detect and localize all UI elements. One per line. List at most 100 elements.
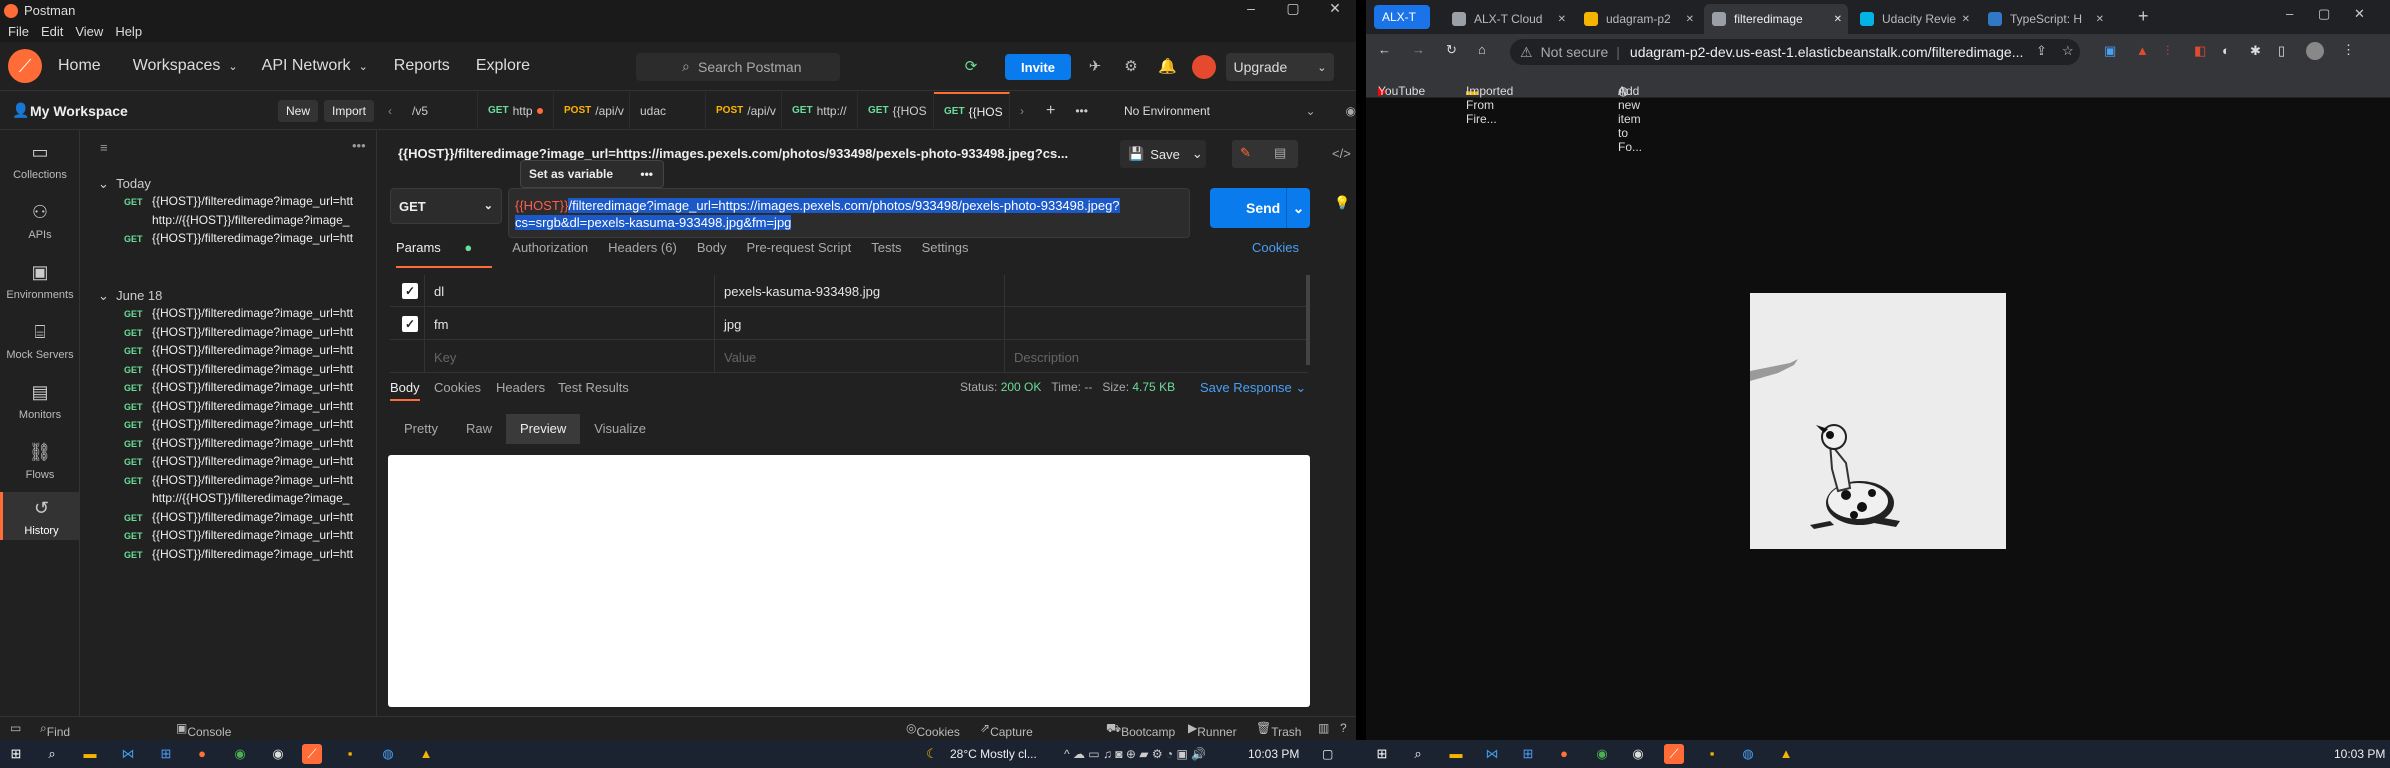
tab-response-headers[interactable]: Headers (496, 380, 545, 395)
windows-start-icon[interactable]: ⊞ (6, 744, 26, 764)
address-bar[interactable]: ⚠ Not secure | udagram-p2-dev.us-east-1.… (1510, 39, 2080, 65)
cookies-link[interactable]: Cookies (1252, 240, 1299, 255)
param-value[interactable]: pexels-kasuma-933498.jpg (724, 284, 880, 299)
close-tab-icon[interactable]: ✕ (1962, 14, 1970, 25)
weather-text[interactable]: 28°C Mostly cl... (950, 747, 1037, 761)
help-icon[interactable]: ? (1340, 721, 1347, 735)
bootcamp-button[interactable]: ⛟ Bootcamp (1106, 721, 1175, 739)
import-button[interactable]: Import (324, 100, 375, 122)
more-tabs-icon[interactable]: ••• (1067, 104, 1096, 118)
sync-icon[interactable]: ⟳ (962, 58, 980, 76)
view-preview[interactable]: Preview (505, 414, 581, 444)
history-group-today[interactable]: ⌄ Today (98, 176, 151, 192)
tab-request[interactable]: GET {{HOS (934, 91, 1010, 130)
tab-settings[interactable]: Settings (922, 240, 969, 268)
view-visualize[interactable]: Visualize (580, 414, 660, 444)
search-icon[interactable]: ⌕ (42, 744, 62, 764)
tab-request[interactable]: /v5 (402, 91, 478, 130)
bookmark-star-icon[interactable]: ☆ (2062, 43, 2074, 59)
tab-request[interactable]: GET http (478, 91, 554, 130)
nav-explore[interactable]: Explore (476, 57, 530, 75)
system-tray-icons[interactable]: ^ ☁ ▭ ♫ ◙ ⊕ ▰ ⚙ ◔ ▣ 🔊 (1064, 747, 1206, 761)
sidebar-item-monitors[interactable]: ▤ Monitors (0, 382, 80, 421)
history-item[interactable]: GET {{HOST}}/filteredimage?image_url=htt (124, 436, 364, 450)
puzzle-icon[interactable]: ✱ (2250, 43, 2261, 59)
chrome-icon[interactable]: ◉ (230, 744, 250, 764)
postman-taskbar-icon[interactable]: ⟋ (1664, 744, 1684, 764)
request-name[interactable]: {{HOST}}/filteredimage?image_url=https:/… (398, 146, 1068, 161)
edge-icon[interactable]: ◍ (378, 744, 398, 764)
extension-icon[interactable]: ⫶ (2166, 43, 2169, 59)
sidebar-item-apis[interactable]: ⚇ APIs (0, 202, 80, 241)
layout-icon[interactable]: ▭ (10, 721, 21, 735)
menu-view[interactable]: View (75, 24, 103, 39)
tab-tests[interactable]: Tests (871, 240, 901, 268)
not-secure-label[interactable]: Not secure (1541, 44, 1609, 60)
history-item[interactable]: GET {{HOST}}/filteredimage?image_url=htt (124, 306, 364, 320)
code-icon[interactable]: </> (1332, 146, 1351, 161)
sidebar-item-flows[interactable]: ⛓ Flows (0, 442, 80, 481)
param-description-placeholder[interactable]: Description (1014, 350, 1079, 365)
avatar[interactable] (1192, 55, 1216, 79)
tab-body[interactable]: Body (697, 240, 727, 268)
menu-edit[interactable]: Edit (41, 24, 63, 39)
postman-home-icon[interactable]: ⟋ (8, 49, 42, 83)
chrome-icon[interactable]: ◉ (1592, 744, 1612, 764)
nav-api-network[interactable]: API Network (262, 57, 351, 75)
search-icon[interactable]: ⌕ (1408, 744, 1428, 764)
notification-icon[interactable]: ▢ (1322, 747, 1333, 761)
close-tab-icon[interactable]: ✕ (1686, 14, 1694, 25)
clock[interactable]: 10:03 PM (1248, 747, 1299, 761)
minimize-icon[interactable]: – (2286, 6, 2293, 21)
history-item[interactable]: GET {{HOST}}/filteredimage?image_url=htt (124, 231, 364, 245)
layout-toggle-icon[interactable]: ▥ (1318, 721, 1329, 735)
menu-icon[interactable]: ⋮ (2342, 42, 2355, 58)
home-icon[interactable]: ⌂ (1478, 42, 1486, 57)
tab-headers[interactable]: Headers (6) (608, 240, 677, 268)
param-checkbox[interactable]: ✓ (402, 283, 418, 299)
history-item[interactable]: GET {{HOST}}/filteredimage?image_url=htt (124, 194, 364, 208)
windows-start-icon[interactable]: ⊞ (1372, 744, 1392, 764)
param-checkbox[interactable]: ✓ (402, 316, 418, 332)
nav-workspaces[interactable]: Workspaces (133, 57, 221, 75)
tab-request[interactable]: udac (630, 91, 706, 130)
method-select[interactable]: GET ⌄ (390, 188, 502, 224)
history-item[interactable]: GET {{HOST}}/filteredimage?image_url=htt (124, 380, 364, 394)
history-item[interactable]: GET {{HOST}}/filteredimage?image_url=htt (124, 510, 364, 524)
lightbulb-icon[interactable]: 💡 (1334, 195, 1350, 211)
windows-icon[interactable]: ⊞ (156, 744, 176, 764)
tab-test-results[interactable]: Test Results (558, 380, 629, 395)
edge-icon[interactable]: ◍ (1738, 744, 1758, 764)
firefox-icon[interactable]: ● (1554, 744, 1574, 764)
view-pretty[interactable]: Pretty (390, 414, 452, 444)
chevron-down-icon[interactable]: ⌄ (1286, 188, 1310, 228)
pdf-extension-icon[interactable]: ▲ (2136, 43, 2149, 58)
save-response-button[interactable]: Save Response ⌄ (1200, 380, 1306, 396)
vscode-icon[interactable]: ⋈ (1482, 744, 1502, 764)
history-item[interactable]: GET {{HOST}}/filteredimage?image_url=htt (124, 473, 364, 487)
invite-button[interactable]: Invite (1005, 54, 1071, 80)
add-tab-icon[interactable]: + (1034, 102, 1067, 120)
profile-avatar[interactable] (2306, 42, 2324, 60)
chevron-right-icon[interactable]: › (1010, 104, 1034, 118)
reload-icon[interactable]: ↻ (1446, 42, 1457, 58)
nav-home[interactable]: Home (58, 57, 101, 75)
back-icon[interactable]: ← (1378, 42, 1391, 57)
url-input[interactable]: {{HOST}}/filteredimage?image_url=https:/… (508, 188, 1190, 238)
translate-icon[interactable]: ▣ (2104, 43, 2116, 59)
tab-response-body[interactable]: Body (390, 380, 420, 401)
host-variable[interactable]: {{HOST}} (515, 198, 568, 213)
nav-reports[interactable]: Reports (394, 57, 450, 75)
windows-icon[interactable]: ⊞ (1518, 744, 1538, 764)
browser-tab[interactable]: filteredimage ✕ (1704, 4, 1848, 34)
sidebar-item-history[interactable]: ↺ History (0, 492, 80, 540)
trash-button[interactable]: 🗑 Trash (1256, 721, 1301, 739)
set-as-variable-tooltip[interactable]: Set as variable ••• (520, 160, 664, 188)
share-icon[interactable]: ⇪ (2036, 43, 2047, 59)
clock[interactable]: 10:03 PM (2334, 747, 2385, 761)
capture-requests-button[interactable]: ⇗ Capture requests (980, 721, 1036, 740)
history-item[interactable]: GET {{HOST}}/filteredimage?image_url=htt (124, 343, 364, 357)
eye-icon[interactable]: ◉ (1346, 104, 1356, 118)
sidebar-icon[interactable]: ▯ (2278, 43, 2285, 59)
tab-request[interactable]: POST/api/v (554, 91, 630, 130)
